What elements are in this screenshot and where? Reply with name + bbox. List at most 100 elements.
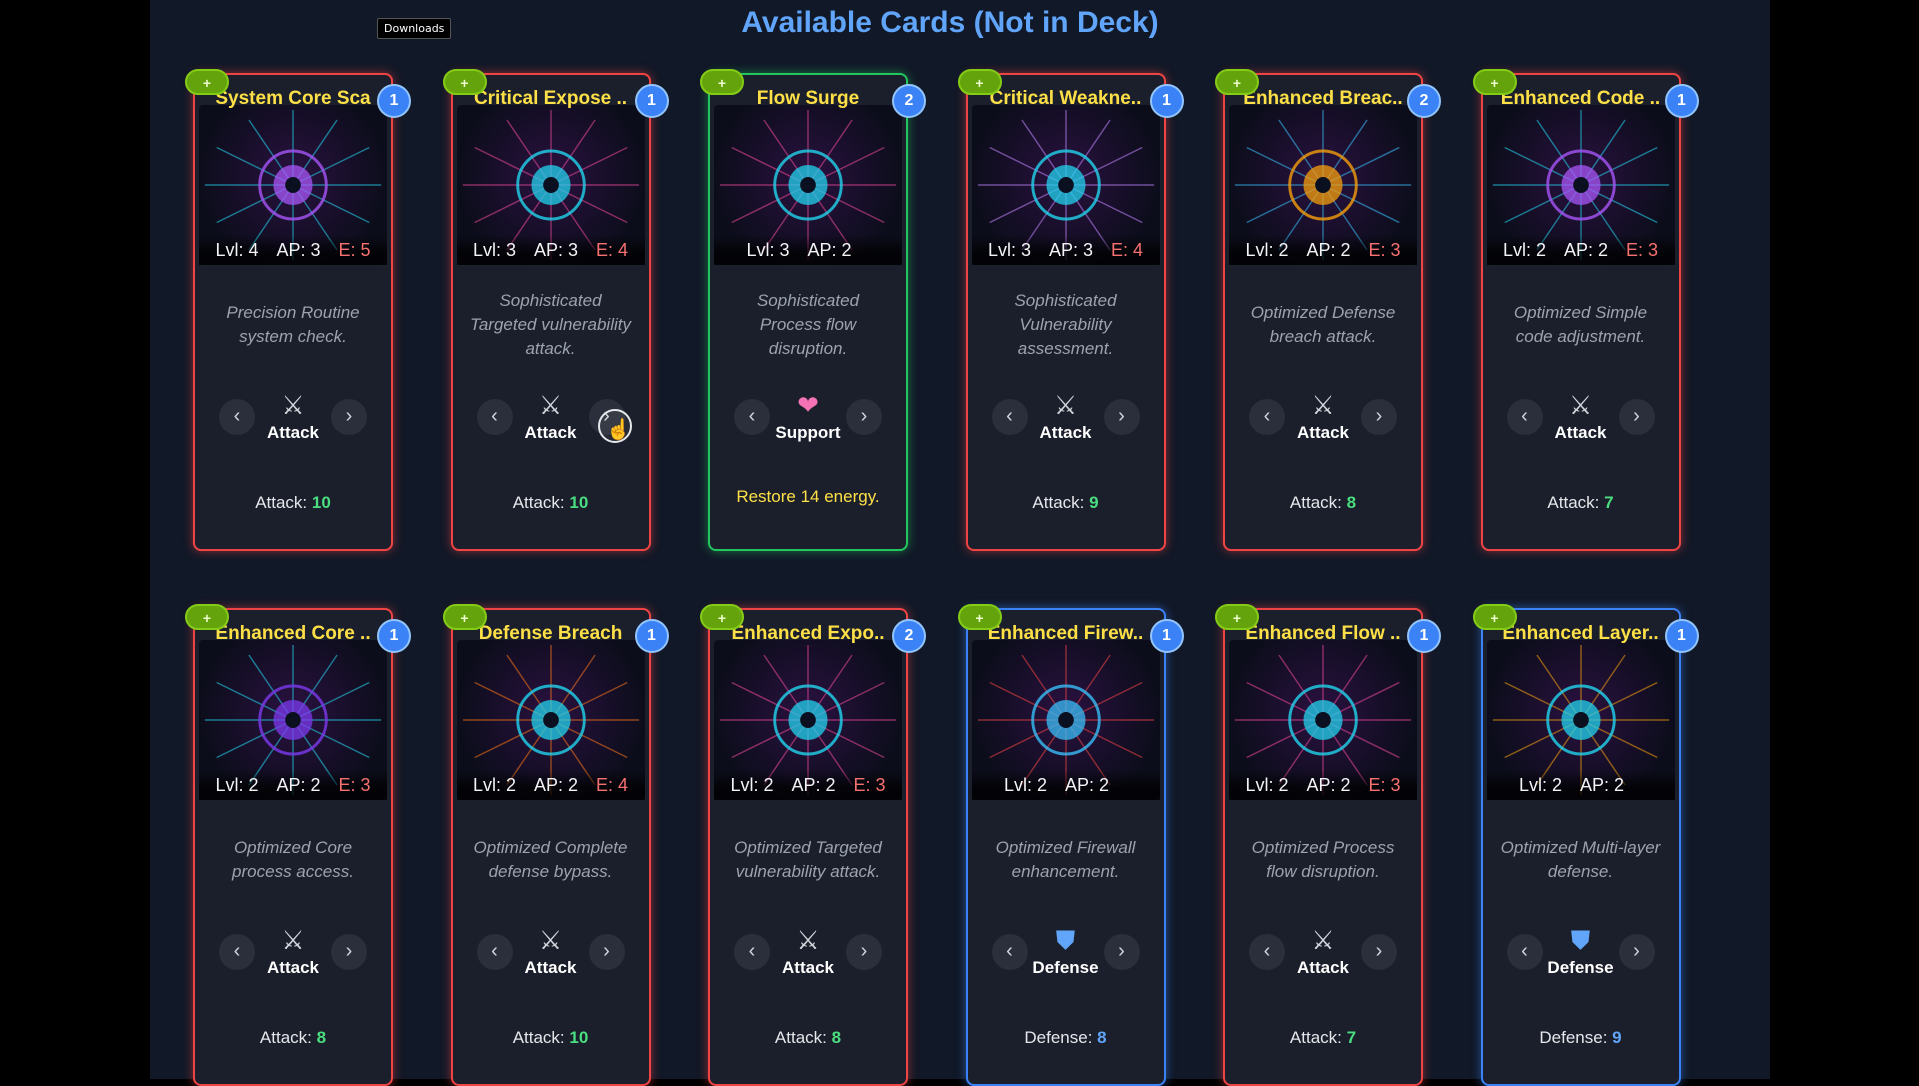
effect-label: Attack: — [512, 1028, 565, 1047]
effect-label: Attack: — [512, 493, 565, 512]
card-effect: Attack: 7 — [1483, 493, 1679, 513]
shield-icon: ⛊ — [1570, 925, 1591, 955]
add-to-deck-button[interactable]: + — [1215, 69, 1259, 95]
next-type-button[interactable]: › — [1103, 399, 1140, 435]
card[interactable]: + 2 Flow Surge Lvl: 3 AP: 2 Sophisticate… — [700, 69, 926, 551]
next-type-button[interactable]: › — [846, 399, 882, 435]
card-effect: Attack: 8 — [1225, 493, 1421, 513]
card-stats: Lvl: 2 AP: 2 E: 3 — [714, 770, 902, 800]
card-count-badge: 2 — [892, 84, 926, 118]
add-to-deck-button[interactable]: + — [1472, 604, 1517, 630]
card-stats: Lvl: 3 AP: 3 E: 4 — [456, 235, 645, 265]
card-level: Lvl: 3 — [472, 239, 516, 260]
card[interactable]: + 1 Defense Breach Lvl: 2 AP: 2 E: 4 Opt… — [442, 604, 669, 1086]
next-type-button[interactable]: › — [1103, 934, 1140, 970]
card-effect: Defense: 8 — [968, 1028, 1164, 1048]
card-level: Lvl: 2 — [1502, 239, 1546, 260]
card-level: Lvl: 2 — [1245, 239, 1289, 260]
add-to-deck-button[interactable]: + — [442, 69, 487, 95]
card-effect: Attack: 8 — [710, 1028, 906, 1048]
card-description: Precision Routine system check. — [226, 303, 360, 346]
add-to-deck-button[interactable]: + — [1472, 69, 1517, 95]
card-count-badge: 1 — [377, 619, 411, 653]
add-to-deck-button[interactable]: + — [442, 604, 487, 630]
card-stats: Lvl: 4 AP: 3 E: 5 — [199, 235, 387, 265]
crossed-swords-icon: ⚔ — [281, 390, 305, 420]
next-type-button[interactable]: › — [1618, 934, 1655, 970]
card-type-selector: ‹ ⚔ Attack › — [195, 922, 391, 982]
crossed-swords-icon: ⚔ — [1053, 390, 1078, 420]
card-energy: E: 4 — [1111, 239, 1144, 260]
effect-text: Restore 14 energy. — [736, 487, 880, 506]
card[interactable]: + 1 Enhanced Firew.. Lvl: 2 AP: 2 Optimi… — [957, 604, 1184, 1086]
card[interactable]: + 2 Enhanced Breac.. Lvl: 2 AP: 2 E: 3 O… — [1215, 69, 1441, 551]
add-to-deck-button[interactable]: + — [700, 69, 744, 95]
effect-value: 10 — [569, 1028, 589, 1047]
card-description: Optimized Multi-layer defense. — [1500, 838, 1661, 881]
card-effect: Attack: 7 — [1225, 1028, 1421, 1048]
card-stats: Lvl: 2 AP: 2 — [1486, 770, 1675, 800]
page-title: Available Cards (Not in Deck) — [741, 6, 1159, 39]
card-description: Optimized Firewall enhancement. — [995, 838, 1136, 881]
next-type-button[interactable]: › — [588, 934, 625, 970]
card-description: Sophisticated Vulnerability assessment. — [1014, 291, 1117, 358]
card-description: Optimized Simple code adjustment. — [1513, 303, 1648, 346]
card-ap: AP: 3 — [533, 239, 579, 260]
effect-label: Defense: — [1024, 1028, 1093, 1047]
crossed-swords-icon: ⚔ — [538, 925, 563, 955]
card[interactable]: + 1 System Core Sca Lvl: 4 AP: 3 E: 5 Pr… — [185, 69, 411, 551]
card[interactable]: + 1 Enhanced Layer.. Lvl: 2 AP: 2 Optimi… — [1472, 604, 1699, 1086]
effect-value: 8 — [1097, 1028, 1107, 1047]
card[interactable]: + 2 Enhanced Expo.. Lvl: 2 AP: 2 E: 3 Op… — [700, 604, 926, 1086]
card-level: Lvl: 2 — [472, 774, 516, 795]
next-type-button[interactable]: › — [331, 934, 367, 970]
card-description: Optimized Defense breach attack. — [1250, 303, 1396, 346]
next-type-button[interactable]: › — [1361, 934, 1397, 970]
add-to-deck-button[interactable]: + — [185, 69, 229, 95]
next-type-button[interactable]: › — [846, 934, 882, 970]
card-stats: Lvl: 2 AP: 2 E: 3 — [1229, 770, 1417, 800]
card[interactable]: + 1 Enhanced Core .. Lvl: 2 AP: 2 E: 3 O… — [185, 604, 411, 1086]
card-level: Lvl: 2 — [215, 774, 259, 795]
card-level: Lvl: 3 — [746, 239, 790, 260]
card-effect: Attack: 10 — [453, 493, 649, 513]
add-to-deck-button[interactable]: + — [1215, 604, 1259, 630]
crossed-swords-icon: ⚔ — [538, 390, 563, 420]
card[interactable]: + 1 Critical Weakne.. Lvl: 3 AP: 3 E: 4 … — [957, 69, 1184, 551]
card-level: Lvl: 4 — [215, 239, 259, 260]
shield-icon: ⛊ — [1055, 925, 1076, 955]
crossed-swords-icon: ⚔ — [281, 925, 305, 955]
card-effect: Attack: 8 — [195, 1028, 391, 1048]
card-energy: E: 4 — [596, 239, 629, 260]
effect-label: Attack: — [1289, 1028, 1342, 1047]
card-grid: + 1 System Core Sca Lvl: 4 AP: 3 E: 5 Pr… — [185, 69, 1699, 1086]
effect-label: Attack: — [1547, 493, 1600, 512]
card-stats: Lvl: 2 AP: 2 E: 3 — [199, 770, 387, 800]
effect-value: 7 — [1604, 493, 1614, 512]
card-level: Lvl: 2 — [1518, 774, 1562, 795]
card-stats: Lvl: 2 AP: 2 E: 3 — [1229, 235, 1417, 265]
card[interactable]: + 1 Enhanced Code .. Lvl: 2 AP: 2 E: 3 O… — [1472, 69, 1699, 551]
card-count-badge: 1 — [1149, 619, 1184, 653]
card-type-selector: ‹ ⚔ Attack › — [1225, 387, 1421, 447]
card-type-selector: ‹ ⛊ Defense › — [968, 922, 1164, 982]
card-ap: AP: 2 — [1563, 239, 1609, 260]
next-type-button[interactable]: › — [1618, 399, 1655, 435]
add-to-deck-button[interactable]: + — [957, 604, 1002, 630]
next-type-button[interactable]: › — [1361, 399, 1397, 435]
card-ap: AP: 2 — [1306, 774, 1351, 795]
add-to-deck-button[interactable]: + — [185, 604, 229, 630]
card-effect: Attack: 9 — [968, 493, 1164, 513]
card-ap: AP: 2 — [276, 774, 321, 795]
card[interactable]: + 1 Critical Expose .. Lvl: 3 AP: 3 E: 4… — [442, 69, 669, 551]
card[interactable]: + 1 Enhanced Flow .. Lvl: 2 AP: 2 E: 3 O… — [1215, 604, 1441, 1086]
crossed-swords-icon: ⚔ — [1568, 390, 1593, 420]
heart-icon: ❤ — [797, 390, 819, 420]
crossed-swords-icon: ⚔ — [1311, 390, 1335, 420]
add-to-deck-button[interactable]: + — [700, 604, 744, 630]
mouse-cursor-icon — [598, 409, 632, 443]
card-type-selector: ‹ ❤ Support › — [710, 387, 906, 447]
effect-value: 10 — [569, 493, 589, 512]
next-type-button[interactable]: › — [331, 399, 367, 435]
add-to-deck-button[interactable]: + — [957, 69, 1002, 95]
